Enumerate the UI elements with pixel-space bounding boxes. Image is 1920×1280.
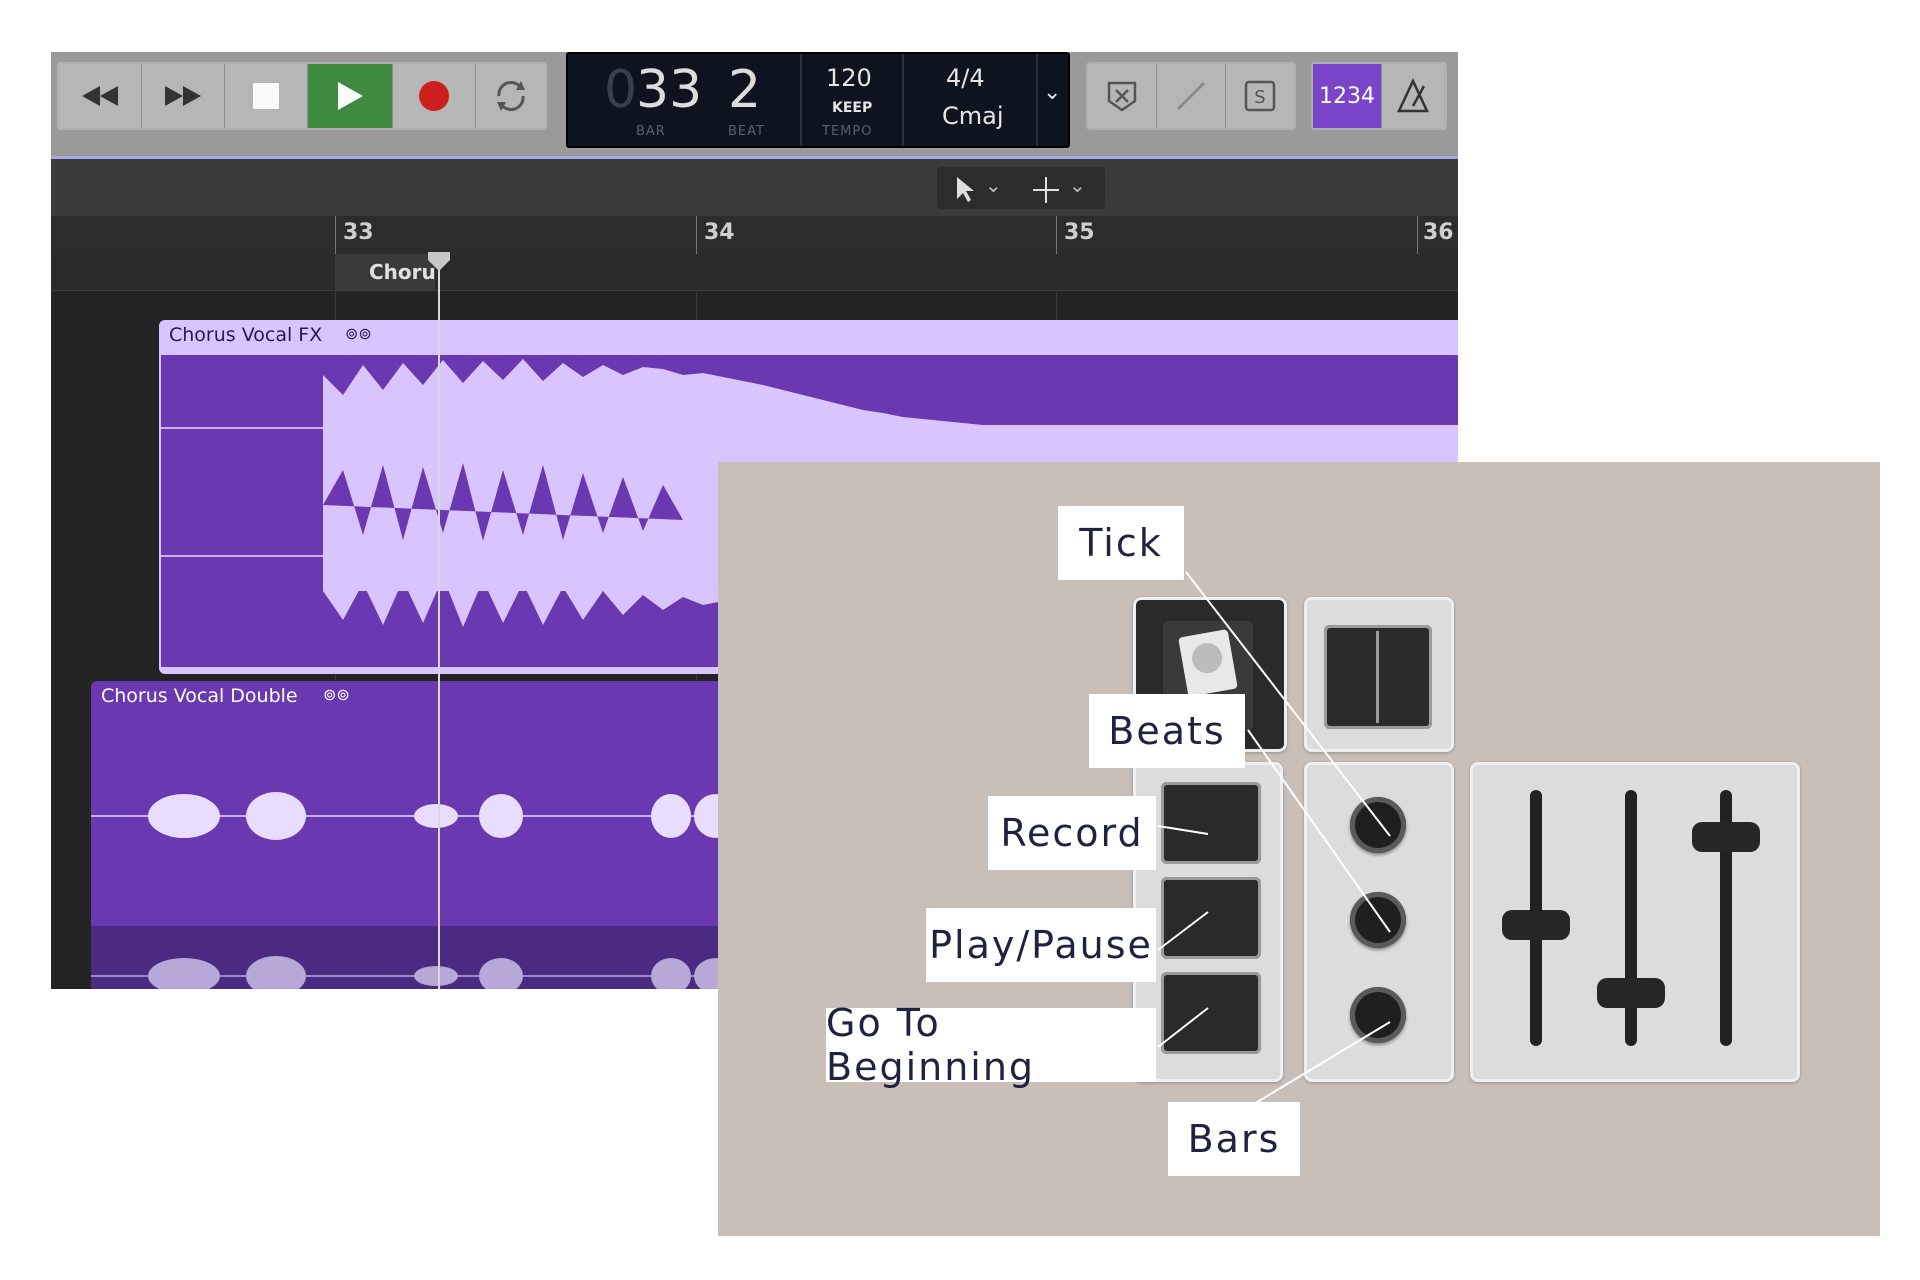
crosshair-tool-icon[interactable] — [1033, 177, 1059, 203]
play-icon — [338, 82, 363, 110]
metronome-button[interactable] — [1382, 64, 1444, 128]
region-title: Chorus Vocal Double — [101, 685, 298, 707]
beat-value: 2 — [728, 60, 762, 120]
region-empty-area — [161, 355, 323, 667]
tuner-icon — [1176, 81, 1206, 111]
tool-selector[interactable]: ⌄ ⌄ — [937, 167, 1105, 209]
stop-icon — [253, 83, 279, 109]
callout-go-to-beginning: Go To Beginning — [826, 1001, 1156, 1089]
key-signature: Cmaj — [942, 102, 1004, 130]
fast-forward-icon — [165, 86, 201, 106]
solo-icon: S — [1244, 80, 1276, 112]
replace-button[interactable] — [1088, 64, 1157, 128]
count-in-button[interactable]: 1234 — [1313, 64, 1382, 128]
ruler-bar-label: 34 — [704, 220, 735, 245]
cycle-button[interactable] — [476, 64, 546, 128]
lcd-divider — [902, 54, 904, 146]
ruler-tick — [1417, 216, 1418, 254]
loop-icon: ⊚⊚ — [323, 685, 350, 704]
marker-chorus[interactable]: Chorus — [335, 254, 435, 290]
ruler-bar-label: 33 — [343, 220, 374, 245]
timeline-ruler[interactable]: 33 34 35 36 — [51, 216, 1458, 255]
lcd-leading-digit: 0 — [604, 60, 638, 120]
lcd-divider — [1036, 54, 1038, 146]
record-icon — [419, 81, 449, 111]
callout-beats: Beats — [1089, 694, 1245, 768]
chevron-down-icon[interactable]: ⌄ — [985, 173, 1002, 197]
callout-record: Record — [988, 796, 1156, 870]
chevron-down-icon[interactable]: ⌄ — [1069, 173, 1086, 197]
time-signature: 4/4 — [946, 64, 985, 92]
bar-caption: BAR — [636, 124, 666, 139]
metronome-icon — [1397, 78, 1429, 113]
play-button[interactable] — [308, 64, 393, 128]
tool-bar: ⌄ ⌄ — [51, 159, 1458, 221]
marker-label: Chorus — [369, 260, 435, 284]
transport-bar: 0 33 2 BAR BEAT 120 KEEP TEMPO 4/4 Cmaj … — [51, 52, 1458, 159]
tempo-caption: TEMPO — [822, 124, 873, 139]
tempo-mode: KEEP — [832, 100, 873, 116]
pointer-tool-icon[interactable] — [953, 175, 977, 203]
tempo-value: 120 — [826, 64, 872, 92]
fast-forward-button[interactable] — [142, 64, 225, 128]
cycle-icon — [497, 81, 525, 111]
callout-bars: Bars — [1168, 1102, 1300, 1176]
record-button[interactable] — [393, 64, 476, 128]
lcd-dropdown-chevron-icon[interactable]: ⌄ — [1043, 80, 1061, 105]
callout-tick: Tick — [1058, 506, 1184, 580]
rewind-icon — [82, 86, 118, 106]
callout-play-pause: Play/Pause — [926, 908, 1156, 982]
marker-lane: Chorus — [51, 254, 1458, 291]
playhead[interactable] — [438, 254, 440, 989]
control-surface-panel: Tick Beats Record Play/Pause Go To Begin… — [718, 462, 1880, 1236]
solo-button[interactable]: S — [1226, 64, 1294, 128]
ruler-tick — [1056, 216, 1057, 254]
region-title: Chorus Vocal FX — [169, 324, 323, 346]
ruler-tick — [696, 216, 697, 254]
beat-caption: BEAT — [728, 124, 765, 139]
tuner-button[interactable] — [1157, 64, 1226, 128]
lcd-divider — [800, 54, 802, 146]
ruler-tick — [335, 216, 336, 254]
stop-button[interactable] — [225, 64, 308, 128]
rewind-button[interactable] — [59, 64, 142, 128]
playhead-handle-icon[interactable] — [428, 252, 450, 272]
replace-icon — [1107, 81, 1137, 112]
loop-icon: ⊚⊚ — [345, 324, 372, 343]
svg-text:S: S — [1254, 87, 1265, 108]
lcd-display[interactable]: 0 33 2 BAR BEAT 120 KEEP TEMPO 4/4 Cmaj … — [566, 52, 1070, 148]
ruler-bar-label: 36 — [1423, 220, 1454, 245]
bar-value: 33 — [636, 60, 703, 120]
ruler-bar-label: 35 — [1064, 220, 1095, 245]
